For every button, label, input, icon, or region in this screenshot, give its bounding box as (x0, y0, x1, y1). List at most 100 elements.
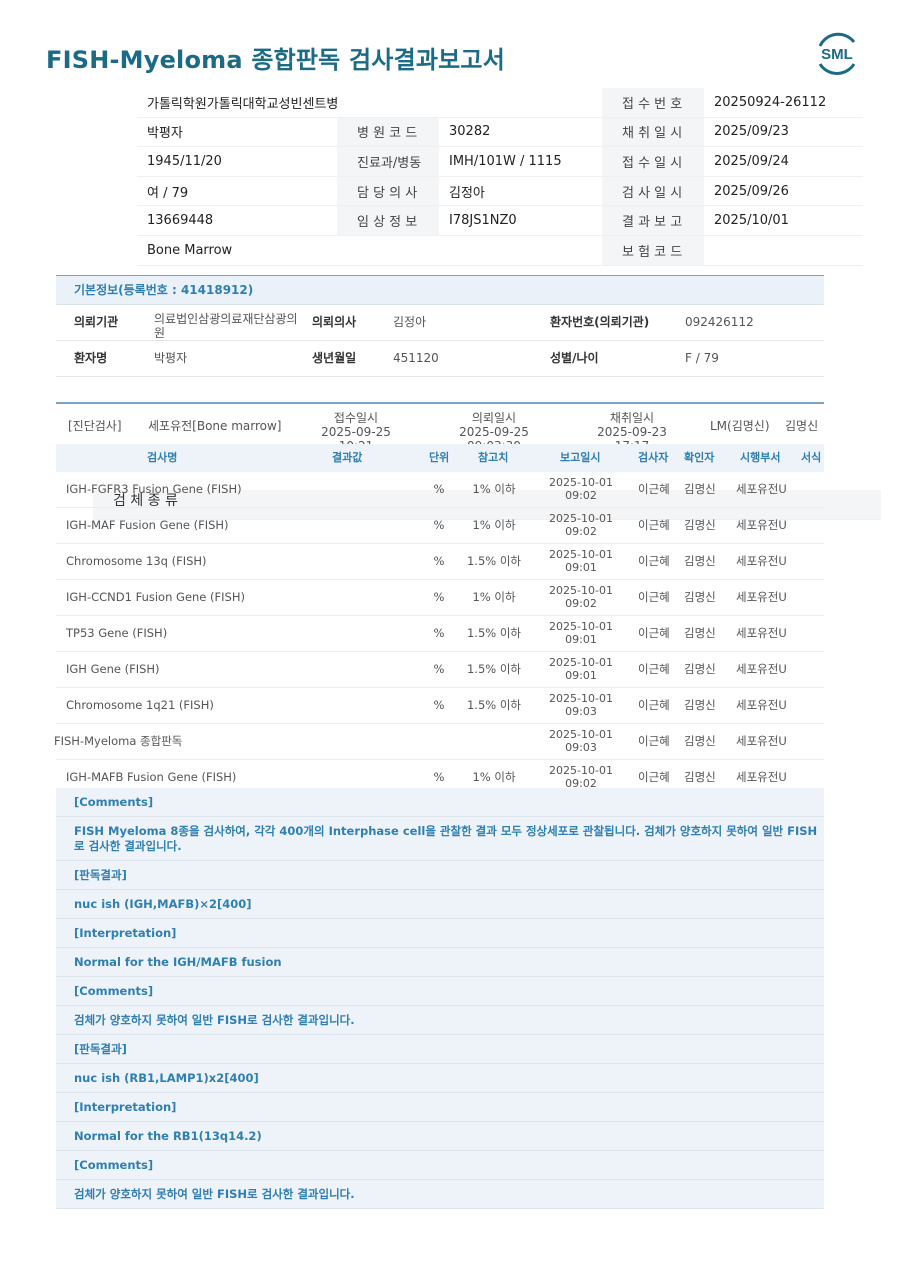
test-name: Chromosome 13q (FISH) (66, 554, 207, 568)
test-name: IGH-MAF Fusion Gene (FISH) (66, 518, 229, 532)
lab-column-header: 검사명 결과값 단위 참고치 보고일시 검사자 확인자 시행부서 서식 (56, 444, 824, 472)
basic-value: 의료법인삼광의료재단삼광의원 (154, 312, 298, 340)
header-value: 2025/09/26 (704, 176, 863, 207)
basic-value: 451120 (393, 351, 439, 365)
col-dept: 시행부서 (740, 451, 781, 464)
comment-line: nuc ish (IGH,MAFB)×2[400] (56, 890, 824, 919)
comment-line: Normal for the RB1(13q14.2) (56, 1122, 824, 1151)
header-row: 검 체 종 류 Bone Marrow 보 험 코 드 (37, 235, 881, 520)
lab-result-row: FISH-Myeloma 종합판독 2025-10-01 09:03 이근혜 김명신 세포… (54, 724, 824, 760)
lab-result-row: Chromosome 1q21 (FISH)% 1.5% 이하 2025-10-01… (56, 688, 824, 724)
col-name: 검사명 (147, 451, 178, 464)
col-checker: 확인자 (684, 451, 715, 464)
reference: 1.5% 이하 (466, 698, 522, 712)
comment-line: [Comments] (56, 788, 824, 817)
report-date-day: 2025-10-01 (549, 548, 613, 561)
lm-name: LM(김명신) (710, 419, 770, 433)
report-date: 2025-10-01 09:02 (546, 764, 616, 790)
header-row: 의뢰기관 가톨릭학원가톨릭대학교성빈센트병원 접 수 번 호20250924-261… (37, 88, 881, 520)
logo-text: SML (821, 46, 853, 63)
lab-result-row: IGH-MAF Fusion Gene (FISH)% 1% 이하 2025-10-… (56, 508, 824, 544)
header-row: 수진자명박평자병 원 코 드30282채 취 일 시2025/09/23 (37, 117, 881, 520)
comment-line: [판독결과] (56, 1035, 824, 1064)
lab-result-row: IGH-CCND1 Fusion Gene (FISH)% 1% 이하 2025-1… (56, 580, 824, 616)
comment-line: [Comments] (56, 977, 824, 1006)
unit: % (433, 626, 445, 640)
header-label: 임 상 정 보 (337, 205, 439, 236)
dept: 세포유전U (736, 590, 787, 604)
test-name: IGH-FGFR3 Fusion Gene (FISH) (66, 482, 242, 496)
header-value: 2025/09/23 (704, 117, 863, 148)
basic-label: 의뢰의사 (312, 315, 357, 329)
checker: 김명신 (684, 518, 716, 532)
report-date-time: 09:02 (565, 489, 597, 502)
tester: 이근혜 (638, 662, 670, 676)
checker: 김명신 (684, 482, 716, 496)
header-label: 보 험 코 드 (602, 235, 704, 266)
report-date: 2025-10-01 09:02 (546, 512, 616, 538)
comment-line: nuc ish (RB1,LAMP1)x2[400] (56, 1064, 824, 1093)
checker: 김명신 (684, 662, 716, 676)
unit: % (433, 698, 445, 712)
test-dept: 세포유전[Bone marrow] (148, 419, 282, 433)
header-value (704, 235, 863, 266)
col-ref: 참고치 (478, 451, 509, 464)
header-value: 김정아 (439, 176, 602, 207)
checker: 김명신 (684, 626, 716, 640)
basic-label: 성별/나이 (550, 351, 599, 365)
header-value: 20250924-26112 (704, 88, 863, 118)
dept: 세포유전U (736, 734, 787, 748)
basic-label: 의뢰기관 (74, 315, 119, 329)
comments-box: [Comments] FISH Myeloma 8종을 검사하여, 각각 400개… (56, 788, 824, 1209)
tester: 이근혜 (638, 698, 670, 712)
header-value: 13669448 (137, 205, 337, 236)
report-date: 2025-10-01 09:02 (546, 476, 616, 502)
test-type: [진단검사] (68, 419, 122, 433)
report-date: 2025-10-01 09:01 (546, 656, 616, 682)
report-date-time: 09:02 (565, 597, 597, 610)
report-date-time: 09:02 (565, 525, 597, 538)
reference: 1% 이하 (472, 590, 516, 604)
header-row: 차트번호13669448임 상 정 보I78JS1NZ0결 과 보 고2025/… (37, 205, 881, 520)
report-title: FISH-Myeloma 종합판독 검사결과보고서 (46, 46, 505, 74)
report-date-time: 09:01 (565, 669, 597, 682)
unit: % (433, 590, 445, 604)
comment-line: Normal for the IGH/MAFB fusion (56, 948, 824, 977)
header-label: 접 수 번 호 (602, 88, 704, 118)
report-date: 2025-10-01 09:01 (546, 548, 616, 574)
dept: 세포유전U (736, 482, 787, 496)
header-value: 여 / 79 (137, 176, 337, 207)
lab-rows: IGH-FGFR3 Fusion Gene (FISH)% 1% 이하 2025-1… (54, 472, 824, 796)
report-date-day: 2025-10-01 (549, 656, 613, 669)
basic-value: 김정아 (393, 315, 427, 329)
lab-result-row: IGH-FGFR3 Fusion Gene (FISH)% 1% 이하 2025-1… (56, 472, 824, 508)
reference: 1% 이하 (472, 518, 516, 532)
basic-label: 환자번호(의뢰기관) (550, 315, 650, 329)
test-name: IGH-CCND1 Fusion Gene (FISH) (66, 590, 245, 604)
report-date-day: 2025-10-01 (549, 620, 613, 633)
reference: 1.5% 이하 (466, 626, 522, 640)
dept: 세포유전U (736, 554, 787, 568)
comment-line: FISH Myeloma 8종을 검사하여, 각각 400개의 Interpha… (56, 817, 824, 861)
comment-line: [Interpretation] (56, 919, 824, 948)
header-label: 채 취 일 시 (602, 117, 704, 148)
col-unit: 단위 (429, 451, 450, 464)
report-date-day: 2025-10-01 (549, 728, 613, 741)
header-value: I78JS1NZ0 (439, 205, 602, 236)
report-date-day: 2025-10-01 (549, 764, 613, 777)
header-label (337, 88, 439, 118)
tester: 이근혜 (638, 482, 670, 496)
checker: 김명신 (684, 590, 716, 604)
header-value (439, 235, 602, 266)
col-result: 결과값 (332, 451, 363, 464)
tester: 이근혜 (638, 590, 670, 604)
test-name: TP53 Gene (FISH) (66, 626, 168, 640)
report-date-time: 09:01 (565, 633, 597, 646)
comment-line: [Comments] (56, 1151, 824, 1180)
header-value: IMH/101W / 1115 (439, 146, 602, 177)
checker: 김명신 (684, 554, 716, 568)
col-date: 보고일시 (560, 451, 601, 464)
header-value: 30282 (439, 117, 602, 148)
header-value (439, 88, 602, 118)
basic-info-row: 의뢰기관 의료법인삼광의료재단삼광의원 의뢰의사 김정아 환자번호(의뢰기관) … (56, 305, 824, 341)
